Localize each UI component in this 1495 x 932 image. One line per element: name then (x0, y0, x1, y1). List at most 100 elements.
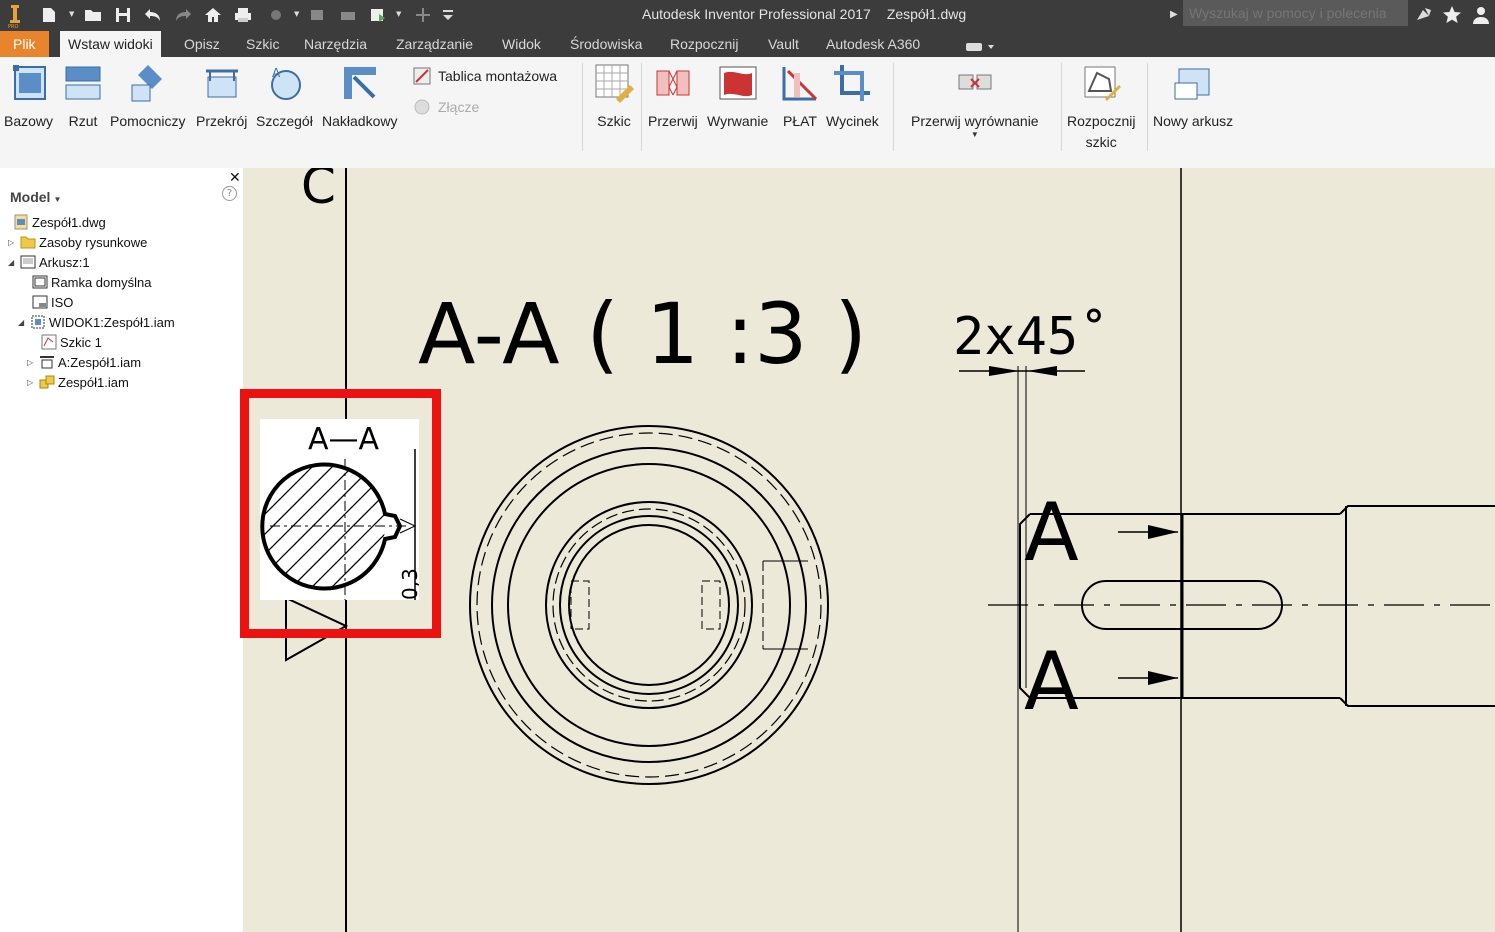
customize-qat-icon[interactable] (437, 4, 459, 26)
bazowy-button[interactable]: Bazowy (4, 63, 53, 132)
tree-item-border[interactable]: Ramka domyślna (32, 272, 151, 292)
tree-item-sketch1[interactable]: Szkic 1 (41, 332, 102, 352)
section-letter-top: A (1024, 486, 1079, 579)
search-expand-icon[interactable]: ▶ (1170, 9, 1178, 20)
break-out-icon (414, 99, 430, 115)
title-bar: PRO ▼ ▼ ▼ Autodesk Inventor Professional… (0, 0, 1495, 31)
browser-header[interactable]: Model ▼ (10, 189, 61, 205)
project-dropdown-icon[interactable]: ▼ (396, 10, 404, 18)
tree-item-assembly[interactable]: ▷ Zespół1.iam (27, 372, 129, 392)
new-sheet-icon (1174, 68, 1210, 100)
section-letter-bottom: A (1024, 635, 1079, 728)
drawing-view-icon (31, 315, 45, 329)
expand-icon[interactable]: ▷ (27, 358, 36, 367)
start-sketch-icon (1084, 66, 1122, 101)
break-icon (656, 70, 690, 96)
sheet-icon (20, 255, 36, 269)
svg-text:PRO: PRO (8, 24, 18, 29)
expand-icon[interactable]: ▷ (8, 238, 17, 247)
color-dropdown-icon[interactable]: ▼ (294, 10, 302, 18)
rzut-button[interactable]: Rzut (63, 63, 103, 132)
przerwij-button[interactable]: Przerwij (648, 63, 698, 132)
tab-opisz[interactable]: Opisz (176, 31, 228, 57)
tab-szkic[interactable]: Szkic (238, 31, 287, 57)
panel-options-icon[interactable] (964, 38, 994, 51)
section-view-icon (205, 69, 238, 98)
tree-item-sheet[interactable]: ◢ Arkusz:1 (8, 252, 90, 272)
reference-inset-image: A—A 0,3 (260, 419, 422, 600)
szkic-button[interactable]: Szkic (594, 63, 634, 132)
project-icon[interactable] (367, 4, 389, 26)
measure-icon[interactable] (337, 4, 359, 26)
tab-wstaw-widoki[interactable]: Wstaw widoki (60, 31, 161, 57)
model-browser: ✕ ? Model ▼ Zespół1.dwg ▷ Zasoby rysunkow… (0, 168, 243, 932)
collapse-icon[interactable]: ◢ (18, 318, 27, 327)
ribbon-separator (1061, 63, 1062, 151)
plat-button[interactable]: PŁAT (780, 63, 820, 132)
przekroj-button[interactable]: Przekrój (196, 63, 247, 132)
undo-icon[interactable] (142, 4, 164, 26)
open-icon[interactable] (82, 4, 104, 26)
pomocniczy-button[interactable]: Pomocniczy (110, 63, 185, 132)
chevron-down-icon: ▼ (53, 195, 62, 204)
crop-icon (834, 65, 871, 101)
auxiliary-view-icon (131, 65, 162, 102)
inset-dimension: 0,3 (398, 568, 419, 600)
update-icon[interactable] (307, 4, 329, 26)
wyrwanie-button[interactable]: Wyrwanie (707, 63, 768, 132)
inventor-logo-icon[interactable]: PRO (4, 3, 26, 30)
color-override-icon[interactable] (265, 4, 287, 26)
tab-rozpocznij[interactable]: Rozpocznij (662, 31, 746, 57)
tree-item-title-block[interactable]: ISO (32, 292, 73, 312)
print-icon[interactable] (232, 4, 254, 26)
nakladkowy-button[interactable]: Nakładkowy (322, 63, 397, 132)
ribbon-separator (893, 63, 894, 151)
collapse-icon[interactable]: ◢ (8, 258, 17, 267)
favorites-star-icon[interactable] (1441, 4, 1463, 26)
base-view-icon (12, 65, 46, 100)
new-dropdown-icon[interactable]: ▼ (69, 10, 77, 18)
redo-icon[interactable] (172, 4, 194, 26)
help-search-input[interactable] (1183, 0, 1408, 26)
title-block-icon (32, 295, 48, 309)
tab-vault[interactable]: Vault (760, 31, 807, 57)
zlacze-button: Złącze (412, 97, 479, 117)
overlay-view-icon (343, 67, 376, 99)
circular-end-view (469, 425, 829, 785)
tablica-montazowa-button[interactable]: Tablica montażowa (412, 66, 557, 86)
ribbon-panel: Bazowy Rzut Pomocniczy Przekrój A Szczeg… (0, 57, 1495, 168)
szczegol-button[interactable]: A Szczegół (256, 63, 313, 132)
tab-zarzadzanie[interactable]: Zarządzanie (388, 31, 481, 57)
app-title: Autodesk Inventor Professional 2017 (642, 6, 871, 22)
tree-item-drawing[interactable]: Zespół1.dwg (13, 212, 106, 232)
chamfer-dimension: 2x45˚ (953, 307, 1110, 367)
tab-plik[interactable]: Plik (0, 31, 49, 57)
przerwij-wyrownanie-button[interactable]: Przerwij wyrównanie ▼ (911, 63, 1039, 139)
break-alignment-icon (958, 74, 992, 90)
tab-narzedzia[interactable]: Narzędzia (296, 31, 375, 57)
tree-item-section-a[interactable]: ▷ A:Zespół1.iam (27, 352, 141, 372)
save-icon[interactable] (112, 4, 134, 26)
tab-widok[interactable]: Widok (494, 31, 549, 57)
home-icon[interactable] (202, 4, 224, 26)
expand-icon[interactable]: ▷ (27, 378, 36, 387)
rozpocznij-szkic-button[interactable]: Rozpocznij szkic (1067, 63, 1135, 153)
tab-srodowiska[interactable]: Środowiska (562, 31, 650, 57)
tree-item-view1[interactable]: ◢ WIDOK1:Zespół1.iam (18, 312, 175, 332)
tree-item-resources[interactable]: ▷ Zasoby rysunkowe (8, 232, 147, 252)
ribbon-tabs: Plik Wstaw widoki Opisz Szkic Narzędzia … (0, 31, 1495, 57)
draft-view-icon (413, 67, 431, 85)
wycinek-button[interactable]: Wycinek (826, 63, 879, 132)
nowy-arkusz-button[interactable]: Nowy arkusz (1153, 63, 1233, 132)
sketch-icon (41, 334, 57, 350)
close-icon[interactable]: ✕ (229, 170, 241, 186)
satellite-icon[interactable] (1413, 4, 1435, 26)
border-icon (32, 275, 48, 289)
add-icon[interactable] (412, 4, 434, 26)
slice-icon (782, 67, 818, 101)
new-icon[interactable] (38, 4, 60, 26)
account-icon[interactable] (1470, 4, 1492, 26)
detail-view-icon: A (271, 66, 302, 100)
help-icon[interactable]: ? (222, 186, 237, 201)
tab-autodesk-a360[interactable]: Autodesk A360 (818, 31, 928, 57)
